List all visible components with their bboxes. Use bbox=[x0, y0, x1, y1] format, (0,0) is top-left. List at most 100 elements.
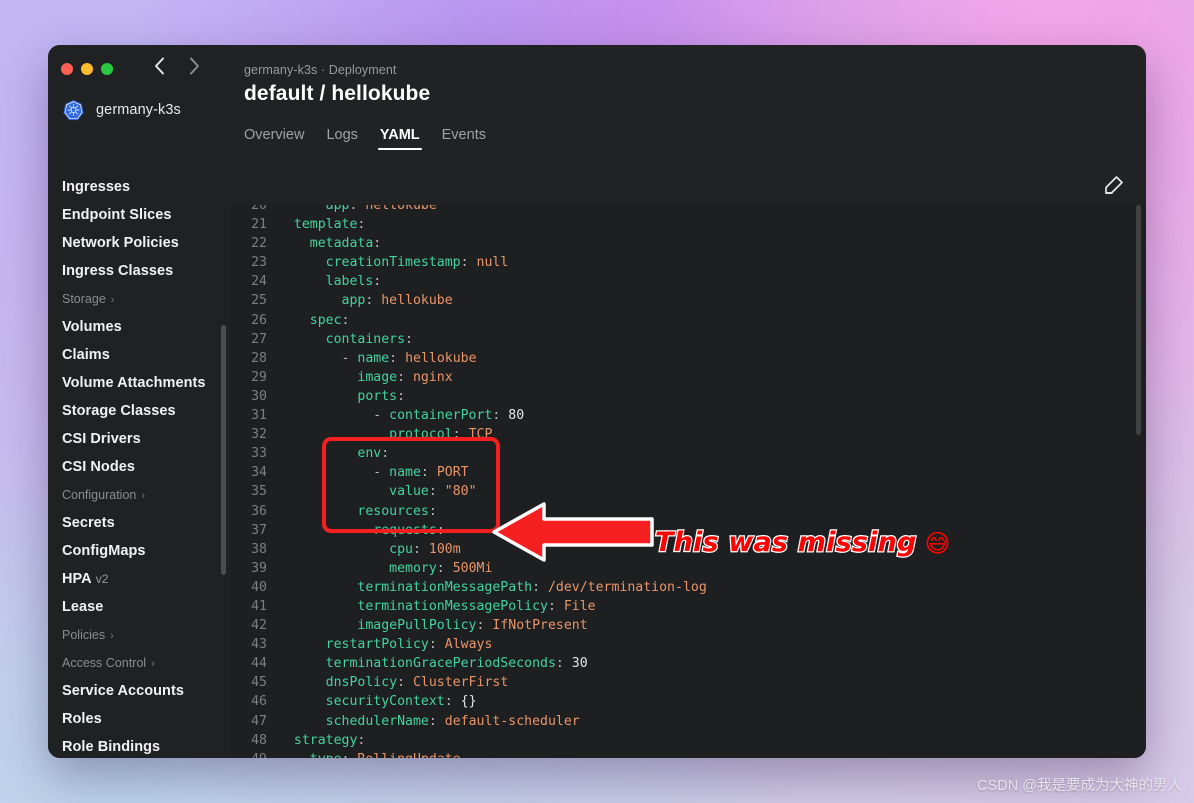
yaml-token: dnsPolicy bbox=[278, 675, 398, 691]
yaml-line: 40 terminationMessagePath: /dev/terminat… bbox=[230, 578, 1146, 597]
yaml-line-text: app: hellokube bbox=[278, 205, 437, 215]
yaml-line: 36 resources: bbox=[230, 502, 1146, 521]
yaml-line: 46 securityContext: {} bbox=[230, 692, 1146, 711]
sidebar-item-label: Endpoint Slices bbox=[62, 207, 172, 223]
sidebar: germany-k3s Ingresses Endpoint Slices Netw… bbox=[48, 45, 230, 758]
yaml-token: : bbox=[420, 465, 437, 481]
yaml-token: : bbox=[428, 637, 445, 653]
yaml-line: 35 value: "80" bbox=[230, 482, 1146, 501]
yaml-line-text: cpu: 100m bbox=[278, 540, 461, 559]
sidebar-item-endpoint-slices[interactable]: Endpoint Slices bbox=[48, 201, 230, 229]
yaml-line: 34 - name: PORT bbox=[230, 463, 1146, 482]
yaml-line-text: schedulerName: default-scheduler bbox=[278, 712, 580, 731]
sidebar-item-csi-drivers[interactable]: CSI Drivers bbox=[48, 425, 230, 453]
yaml-token: : bbox=[397, 369, 413, 385]
yaml-line-number: 26 bbox=[251, 312, 267, 328]
yaml-token: name bbox=[389, 465, 421, 481]
yaml-token: : bbox=[436, 560, 453, 576]
yaml-token: RollingUpdate bbox=[357, 752, 460, 758]
yaml-line: 41 terminationMessagePolicy: File bbox=[230, 597, 1146, 616]
yaml-editor[interactable]: 20 app: hellokube 21 template: 22 metadata… bbox=[230, 205, 1146, 758]
sidebar-item-lease[interactable]: Lease bbox=[48, 593, 230, 621]
yaml-token: terminationMessagePath bbox=[278, 579, 533, 595]
sidebar-item-ingress-classes[interactable]: Ingress Classes bbox=[48, 257, 230, 285]
sidebar-item-label: HPA bbox=[62, 571, 92, 587]
back-chevron-icon[interactable] bbox=[154, 57, 165, 75]
yaml-token: hellokube bbox=[405, 350, 477, 366]
sidebar-scrollbar[interactable] bbox=[221, 325, 226, 575]
yaml-token: : bbox=[476, 618, 493, 634]
chevron-right-icon: › bbox=[110, 630, 114, 642]
yaml-line-number: 23 bbox=[251, 255, 267, 271]
sidebar-item-label: Volume Attachments bbox=[62, 375, 206, 391]
tab-events[interactable]: Events bbox=[442, 127, 486, 150]
navigation-arrows bbox=[154, 57, 200, 75]
edit-pencil-icon[interactable] bbox=[1102, 173, 1126, 197]
yaml-scrollbar[interactable] bbox=[1136, 205, 1141, 435]
sidebar-group-access-control[interactable]: Access Control › bbox=[48, 649, 230, 677]
yaml-token: : bbox=[349, 205, 366, 213]
yaml-line-text: protocol: TCP bbox=[278, 425, 492, 444]
sidebar-item-version: v2 bbox=[95, 572, 109, 586]
yaml-line-text: imagePullPolicy: IfNotPresent bbox=[278, 616, 587, 635]
yaml-line-text: terminationGracePeriodSeconds: 30 bbox=[278, 654, 588, 673]
yaml-line: 49 type: RollingUpdate bbox=[230, 750, 1146, 758]
cluster-selector[interactable]: germany-k3s bbox=[48, 79, 230, 127]
yaml-token: strategy bbox=[278, 732, 358, 748]
yaml-token: env bbox=[278, 446, 382, 462]
tab-bar[interactable]: Overview Logs YAML Events bbox=[230, 106, 1146, 150]
breadcrumb: germany-k3s · Deployment bbox=[244, 63, 397, 77]
yaml-token: cpu bbox=[278, 541, 413, 557]
sidebar-item-volume-attachments[interactable]: Volume Attachments bbox=[48, 369, 230, 397]
yaml-line: 31 - containerPort: 80 bbox=[230, 406, 1146, 425]
yaml-token: null bbox=[476, 255, 509, 271]
yaml-token: : bbox=[397, 675, 413, 691]
yaml-line-text: labels: bbox=[278, 272, 382, 291]
yaml-token: : bbox=[452, 427, 469, 443]
watermark: CSDN @我是要成为大神的男人 bbox=[977, 778, 1182, 794]
yaml-token: : bbox=[365, 293, 382, 309]
sidebar-item-storage-classes[interactable]: Storage Classes bbox=[48, 397, 230, 425]
tab-logs[interactable]: Logs bbox=[326, 127, 357, 150]
yaml-line-number: 42 bbox=[251, 618, 267, 634]
tab-overview[interactable]: Overview bbox=[244, 127, 304, 150]
yaml-line-text: - name: PORT bbox=[278, 463, 468, 482]
yaml-token: terminationGracePeriodSeconds bbox=[278, 656, 556, 672]
yaml-token: - bbox=[278, 408, 390, 424]
sidebar-item-roles[interactable]: Roles bbox=[48, 705, 230, 733]
sidebar-item-volumes[interactable]: Volumes bbox=[48, 313, 230, 341]
sidebar-item-service-accounts[interactable]: Service Accounts bbox=[48, 677, 230, 705]
sidebar-item-claims[interactable]: Claims bbox=[48, 341, 230, 369]
yaml-line-number: 30 bbox=[251, 388, 267, 404]
yaml-token: : bbox=[555, 656, 572, 672]
sidebar-item-secrets[interactable]: Secrets bbox=[48, 509, 230, 537]
sidebar-nav-list[interactable]: Ingresses Endpoint Slices Network Policies… bbox=[48, 151, 230, 758]
yaml-line: 42 imagePullPolicy: IfNotPresent bbox=[230, 616, 1146, 635]
close-window-button[interactable] bbox=[61, 62, 73, 75]
yaml-token: : bbox=[436, 522, 445, 538]
yaml-line-text: value: "80" bbox=[278, 482, 476, 501]
yaml-line-text: metadata: bbox=[278, 234, 381, 253]
yaml-token: 100m bbox=[428, 541, 461, 557]
sidebar-item-csi-nodes[interactable]: CSI Nodes bbox=[48, 453, 230, 481]
sidebar-group-configuration[interactable]: Configuration › bbox=[48, 481, 230, 509]
yaml-line-text: dnsPolicy: ClusterFirst bbox=[278, 673, 509, 692]
sidebar-item-role-bindings[interactable]: Role Bindings bbox=[48, 733, 230, 758]
yaml-line-number: 38 bbox=[251, 541, 267, 557]
sidebar-item-network-policies[interactable]: Network Policies bbox=[48, 229, 230, 257]
sidebar-item-hpa[interactable]: HPA v2 bbox=[48, 565, 230, 593]
left-pointing-arrow-icon bbox=[488, 498, 658, 575]
yaml-line: 32 protocol: TCP bbox=[230, 425, 1146, 444]
sidebar-item-label: Storage Classes bbox=[62, 403, 176, 419]
sidebar-group-policies[interactable]: Policies › bbox=[48, 621, 230, 649]
sidebar-item-ingresses[interactable]: Ingresses bbox=[48, 173, 230, 201]
forward-chevron-icon[interactable] bbox=[189, 57, 200, 75]
yaml-line-number: 33 bbox=[251, 446, 267, 462]
sidebar-group-storage[interactable]: Storage › bbox=[48, 285, 230, 313]
yaml-line-number: 39 bbox=[251, 560, 267, 576]
sidebar-item-configmaps[interactable]: ConfigMaps bbox=[48, 537, 230, 565]
yaml-token: : bbox=[341, 312, 350, 328]
minimize-window-button[interactable] bbox=[81, 62, 93, 75]
tab-yaml[interactable]: YAML bbox=[377, 127, 422, 150]
zoom-window-button[interactable] bbox=[101, 62, 113, 75]
